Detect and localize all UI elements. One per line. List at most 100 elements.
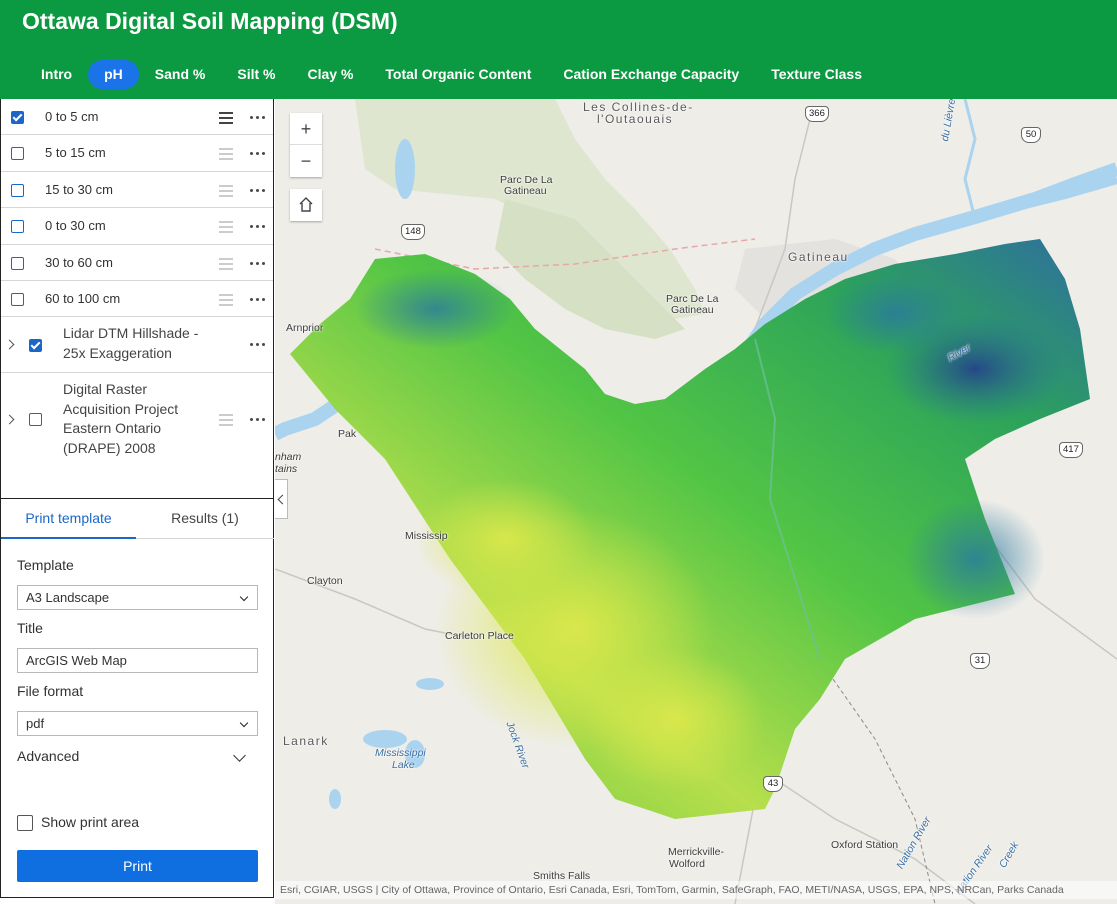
highway-shield: 31 — [970, 653, 990, 669]
legend-list-icon[interactable] — [219, 148, 233, 161]
more-options-icon[interactable] — [250, 343, 266, 347]
label-line: (DRAPE) 2008 — [63, 439, 156, 456]
layer-row-5-15cm[interactable]: 5 to 15 cm — [1, 135, 273, 172]
zoom-in-button[interactable]: + — [290, 113, 322, 145]
title-input[interactable]: ArcGIS Web Map — [17, 648, 258, 673]
show-print-area-checkbox[interactable] — [17, 815, 33, 831]
layer-group-drape-2008[interactable]: Digital Raster Acquisition Project Easte… — [1, 373, 273, 468]
label-line: Digital Raster — [63, 381, 148, 398]
highway-shield: 366 — [805, 106, 829, 122]
layer-checkbox[interactable] — [11, 220, 24, 234]
more-options-icon[interactable] — [250, 418, 266, 422]
layer-checkbox[interactable] — [11, 111, 24, 124]
legend-list-icon[interactable] — [219, 414, 233, 427]
layer-group-label: Lidar DTM Hillshade - 25x Exaggeration — [63, 324, 198, 363]
highway-shield: 43 — [763, 776, 783, 792]
file-format-select[interactable]: pdf — [17, 711, 258, 736]
app-header: Ottawa Digital Soil Mapping (DSM) Intro … — [0, 0, 1117, 99]
layer-row-0-30cm[interactable]: 0 to 30 cm — [1, 208, 273, 245]
map-label: Gatineau — [788, 250, 849, 264]
more-options-icon[interactable] — [250, 116, 266, 120]
tab-bar: Intro pH Sand % Silt % Clay % Total Orga… — [25, 60, 878, 89]
layer-row-15-30cm[interactable]: 15 to 30 cm — [1, 172, 273, 209]
map-label: Carleton Place — [445, 630, 514, 642]
map-view[interactable]: Les Collines-de- l'Outaouais Parc De La … — [275, 99, 1117, 904]
tab-ph[interactable]: pH — [88, 60, 139, 89]
label-line: Eastern Ontario — [63, 420, 162, 437]
layer-checkbox[interactable] — [11, 292, 24, 306]
soil-ph-raster — [290, 239, 1090, 819]
chevron-down-icon[interactable] — [233, 749, 246, 762]
layer-label: 0 to 5 cm — [45, 109, 99, 124]
layer-row-30-60cm[interactable]: 30 to 60 cm — [1, 245, 273, 281]
template-select[interactable]: A3 Landscape — [17, 585, 258, 610]
expand-chevron-icon[interactable] — [4, 414, 15, 425]
map-label: Mississip — [405, 530, 448, 542]
map-label: Oxford Station — [831, 839, 899, 851]
map-label: Clayton — [307, 575, 343, 587]
more-options-icon[interactable] — [250, 188, 266, 193]
map-label: l'Outaouais — [597, 112, 674, 126]
tab-clay[interactable]: Clay % — [291, 60, 369, 89]
layer-row-0-5cm[interactable]: 0 to 5 cm — [1, 99, 273, 136]
layer-group-lidar-hillshade[interactable]: Lidar DTM Hillshade - 25x Exaggeration — [1, 317, 273, 374]
layer-checkbox[interactable] — [29, 413, 42, 427]
title-label: Title — [17, 620, 43, 636]
template-label: Template — [17, 557, 74, 573]
layer-checkbox[interactable] — [11, 256, 24, 270]
map-label: nham — [275, 451, 302, 463]
map-label: Lanark — [283, 734, 329, 748]
home-icon — [299, 197, 313, 212]
more-options-icon[interactable] — [250, 152, 266, 156]
more-options-icon[interactable] — [250, 261, 266, 266]
map-label: tains — [275, 463, 298, 475]
tab-silt[interactable]: Silt % — [221, 60, 291, 89]
layer-row-60-100cm[interactable]: 60 to 100 cm — [1, 281, 273, 318]
zoom-control: + − — [290, 113, 322, 177]
tab-sand[interactable]: Sand % — [139, 60, 222, 89]
layer-label: 15 to 30 cm — [45, 181, 113, 197]
highway-shield: 417 — [1059, 442, 1083, 458]
label-line: 25x Exaggeration — [63, 344, 172, 361]
print-button[interactable]: Print — [17, 850, 258, 882]
collapse-panel-handle[interactable] — [275, 479, 288, 519]
layer-group-label: Digital Raster Acquisition Project Easte… — [63, 380, 178, 458]
map-label: Mississippi — [375, 747, 426, 759]
map-attribution: Esri, CGIAR, USGS | City of Ottawa, Prov… — [275, 881, 1117, 899]
legend-list-icon[interactable] — [219, 257, 233, 270]
legend-list-icon[interactable] — [219, 221, 233, 234]
home-button[interactable] — [290, 189, 322, 221]
map-label: Merrickville- — [668, 846, 724, 858]
zoom-out-button[interactable]: − — [290, 145, 322, 177]
tab-print-template[interactable]: Print template — [1, 499, 136, 539]
tab-intro[interactable]: Intro — [25, 60, 88, 89]
chevron-down-icon — [239, 718, 249, 728]
highway-shield: 50 — [1021, 127, 1041, 143]
tab-total-organic-content[interactable]: Total Organic Content — [369, 60, 547, 89]
tab-results[interactable]: Results (1) — [136, 499, 274, 539]
app-title: Ottawa Digital Soil Mapping (DSM) — [22, 8, 398, 34]
more-options-icon[interactable] — [250, 225, 266, 229]
map-label: Wolford — [669, 858, 705, 870]
layer-checkbox[interactable] — [29, 339, 42, 353]
more-options-icon[interactable] — [250, 297, 266, 302]
layer-label: 60 to 100 cm — [45, 290, 121, 306]
chevron-down-icon — [239, 592, 249, 602]
tab-texture-class[interactable]: Texture Class — [755, 60, 878, 89]
tab-cation-exchange-capacity[interactable]: Cation Exchange Capacity — [547, 60, 755, 89]
title-input-value: ArcGIS Web Map — [26, 653, 127, 668]
layer-checkbox[interactable] — [11, 183, 24, 197]
map-label: Arnprior — [286, 322, 324, 334]
expand-chevron-icon[interactable] — [4, 339, 15, 350]
layer-checkbox[interactable] — [11, 147, 24, 161]
map-label: Gatineau — [504, 185, 547, 197]
label-line: Lidar DTM Hillshade - — [63, 325, 199, 342]
layer-label: 5 to 15 cm — [45, 145, 106, 161]
label-line: Acquisition Project — [63, 400, 179, 417]
legend-list-icon[interactable] — [219, 184, 233, 197]
legend-list-icon[interactable] — [219, 112, 233, 124]
legend-list-icon[interactable] — [219, 293, 233, 306]
layer-label: 0 to 30 cm — [45, 218, 106, 234]
highway-shield: 148 — [401, 224, 425, 240]
advanced-toggle[interactable]: Advanced — [17, 748, 79, 764]
